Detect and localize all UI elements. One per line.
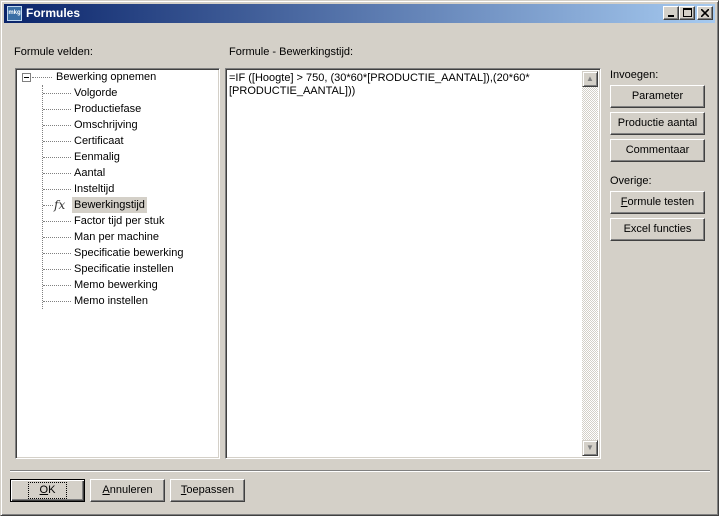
- close-button[interactable]: [697, 6, 713, 20]
- tree-connector: [43, 285, 71, 286]
- tree-connector: [43, 173, 71, 174]
- vertical-scrollbar[interactable]: ▲ ▼: [582, 71, 598, 456]
- tree-item[interactable]: Eenmalig: [18, 149, 218, 165]
- window-title: Formules: [26, 6, 81, 20]
- test-formula-label-rest: ormule testen: [627, 196, 695, 208]
- tree-item-label: Insteltijd: [74, 183, 115, 195]
- cancel-mnemonic: A: [102, 484, 110, 496]
- tree-item[interactable]: Volgorde: [18, 85, 218, 101]
- tree-connector: [43, 141, 71, 142]
- tree-item[interactable]: Factor tijd per stuk: [18, 213, 218, 229]
- test-formula-mnemonic: F: [620, 196, 628, 208]
- other-label: Overige:: [610, 175, 652, 187]
- tree-item[interactable]: Omschrijving: [18, 117, 218, 133]
- tree-connector: [43, 237, 71, 238]
- tree-item-label: Volgorde: [74, 87, 118, 99]
- maximize-icon: [682, 8, 692, 17]
- tree-connector: [43, 269, 71, 270]
- apply-label-rest: oepassen: [186, 484, 235, 496]
- scroll-up-button[interactable]: ▲: [582, 71, 598, 87]
- arrow-down-icon: ▼: [586, 443, 594, 452]
- collapse-icon[interactable]: [22, 73, 31, 82]
- tree-root-label: Bewerking opnemen: [56, 71, 157, 83]
- tree-item-label: Bewerkingstijd: [72, 197, 147, 213]
- tree-connector: [43, 157, 71, 158]
- insert-parameter-button[interactable]: Parameter: [610, 85, 705, 108]
- formula-text[interactable]: =IF ([Hoogte] > 750, (30*60*[PRODUCTIE_A…: [229, 72, 581, 98]
- tree-item[interactable]: Certificaat: [18, 133, 218, 149]
- tree-item[interactable]: Insteltijd: [18, 181, 218, 197]
- app-icon: mkg: [7, 6, 22, 21]
- apply-button[interactable]: Toepassen: [170, 479, 245, 502]
- tree-item-label: Productiefase: [74, 103, 142, 115]
- formules-dialog: mkg Formules Formule velden: Formule - B…: [0, 0, 719, 516]
- insert-comment-button[interactable]: Commentaar: [610, 139, 705, 162]
- tree-item-label: Eenmalig: [74, 151, 120, 163]
- test-formula-button[interactable]: Formule testen: [610, 191, 705, 214]
- ok-label: OK: [27, 482, 68, 499]
- formula-editor-label: Formule - Bewerkingstijd:: [229, 46, 354, 58]
- tree-connector: [43, 301, 71, 302]
- tree-item[interactable]: Aantal: [18, 165, 218, 181]
- tree-item-label: Omschrijving: [74, 119, 138, 131]
- tree-item-label: Memo instellen: [74, 295, 148, 307]
- tree-item[interactable]: Specificatie instellen: [18, 261, 218, 277]
- formula-fields-tree[interactable]: Bewerking opnemen Volgorde Productiefase O…: [15, 68, 220, 459]
- tree-item-label: Factor tijd per stuk: [74, 215, 165, 227]
- tree-root[interactable]: Bewerking opnemen: [18, 69, 218, 85]
- tree-connector: [43, 253, 71, 254]
- tree-connector: [43, 189, 71, 190]
- insert-production-quantity-button[interactable]: Productie aantal: [610, 112, 705, 135]
- scroll-down-button[interactable]: ▼: [582, 440, 598, 456]
- cancel-label-rest: nnuleren: [109, 484, 153, 496]
- tree-connector: [43, 109, 71, 110]
- title-bar[interactable]: mkg Formules: [4, 4, 715, 23]
- tree-connector: [32, 77, 52, 78]
- close-icon: [700, 8, 710, 18]
- cancel-button[interactable]: Annuleren: [90, 479, 165, 502]
- tree-item-label: Man per machine: [74, 231, 159, 243]
- tree-connector: [43, 221, 71, 222]
- tree-item[interactable]: Memo bewerking: [18, 277, 218, 293]
- tree-item[interactable]: Man per machine: [18, 229, 218, 245]
- function-icon: fx: [54, 198, 66, 212]
- tree-item-label: Aantal: [74, 167, 106, 179]
- insert-label: Invoegen:: [610, 69, 659, 81]
- tree-item[interactable]: Specificatie bewerking: [18, 245, 218, 261]
- minimize-button[interactable]: [663, 6, 679, 20]
- tree-item-label: Specificatie bewerking: [74, 247, 184, 259]
- formula-fields-label: Formule velden:: [14, 46, 93, 58]
- tree-item[interactable]: fx Bewerkingstijd: [18, 197, 218, 213]
- arrow-up-icon: ▲: [586, 74, 594, 83]
- separator: [10, 470, 710, 472]
- ok-button[interactable]: OK: [10, 479, 85, 502]
- tree-item-label: Certificaat: [74, 135, 124, 147]
- formula-editor[interactable]: =IF ([Hoogte] > 750, (30*60*[PRODUCTIE_A…: [225, 68, 601, 459]
- minimize-icon: [668, 15, 674, 17]
- tree-item-label: Specificatie instellen: [74, 263, 174, 275]
- tree-connector: [43, 125, 71, 126]
- tree-item-label: Memo bewerking: [74, 279, 158, 291]
- ok-mnemonic: O: [39, 484, 49, 496]
- tree-connector: [43, 205, 53, 206]
- ok-label-rest: K: [48, 484, 56, 496]
- tree-connector: [43, 93, 71, 94]
- excel-functions-button[interactable]: Excel functies: [610, 218, 705, 241]
- tree-item[interactable]: Productiefase: [18, 101, 218, 117]
- maximize-button[interactable]: [679, 6, 695, 20]
- tree-item[interactable]: Memo instellen: [18, 293, 218, 309]
